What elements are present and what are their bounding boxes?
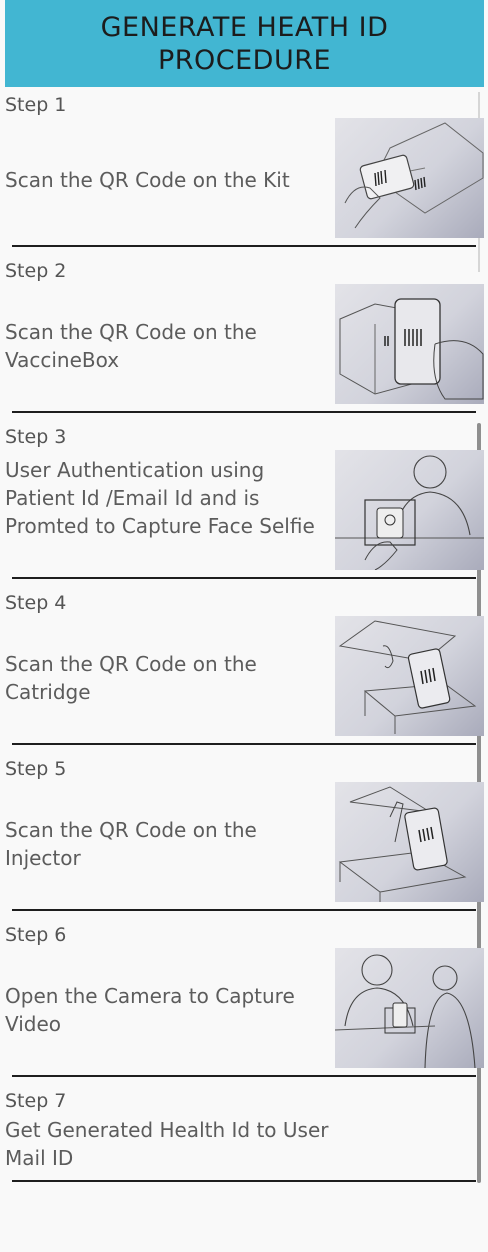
step-1: Step 1 Scan the QR Code on the Kit: [0, 90, 488, 256]
phone-scan-cartridge-illustration: [335, 616, 484, 736]
step-description: Open the Camera to Capture Video: [5, 984, 295, 1036]
step-2: Step 2 Scan the QR Code on the VaccineBo…: [0, 256, 488, 422]
step-divider: [12, 411, 476, 413]
step-divider: [12, 1075, 476, 1077]
page-header: GENERATE HEATH ID PROCEDURE: [5, 0, 484, 87]
step-4: Step 4 Scan the QR Code on the Catridge: [0, 588, 488, 754]
step-5: Step 5 Scan the QR Code on the Injector: [0, 754, 488, 920]
step-description: User Authentication using Patient Id /Em…: [5, 458, 315, 538]
step-divider: [12, 245, 476, 247]
phone-scan-kit-illustration: [335, 118, 484, 238]
phone-scan-box-illustration: [335, 284, 484, 404]
step-description: Scan the QR Code on the Catridge: [5, 652, 257, 704]
step-6: Step 6 Open the Camera to Capture Video: [0, 920, 488, 1086]
step-7: Step 7 Get Generated Health Id to User M…: [0, 1086, 488, 1252]
step-title: Step 6: [5, 924, 67, 946]
step-divider: [12, 909, 476, 911]
page-title-line1: GENERATE HEATH ID: [100, 11, 389, 43]
step-title: Step 7: [5, 1090, 67, 1112]
step-title: Step 5: [5, 758, 67, 780]
phone-scan-injector-illustration: [335, 782, 484, 902]
step-title: Step 2: [5, 260, 67, 282]
page-title-line2: PROCEDURE: [157, 44, 332, 76]
face-selfie-illustration: [335, 450, 484, 570]
step-3: Step 3 User Authentication using Patient…: [0, 422, 488, 588]
step-description: Scan the QR Code on the Kit: [5, 168, 290, 192]
camera-video-illustration: [335, 948, 484, 1068]
step-divider: [12, 1180, 476, 1182]
step-description: Scan the QR Code on the VaccineBox: [5, 320, 257, 372]
step-title: Step 3: [5, 426, 67, 448]
step-description: Scan the QR Code on the Injector: [5, 818, 257, 870]
step-divider: [12, 743, 476, 745]
step-description: Get Generated Health Id to User Mail ID: [5, 1118, 329, 1170]
step-title: Step 4: [5, 592, 67, 614]
step-title: Step 1: [5, 94, 67, 116]
step-divider: [12, 577, 476, 579]
